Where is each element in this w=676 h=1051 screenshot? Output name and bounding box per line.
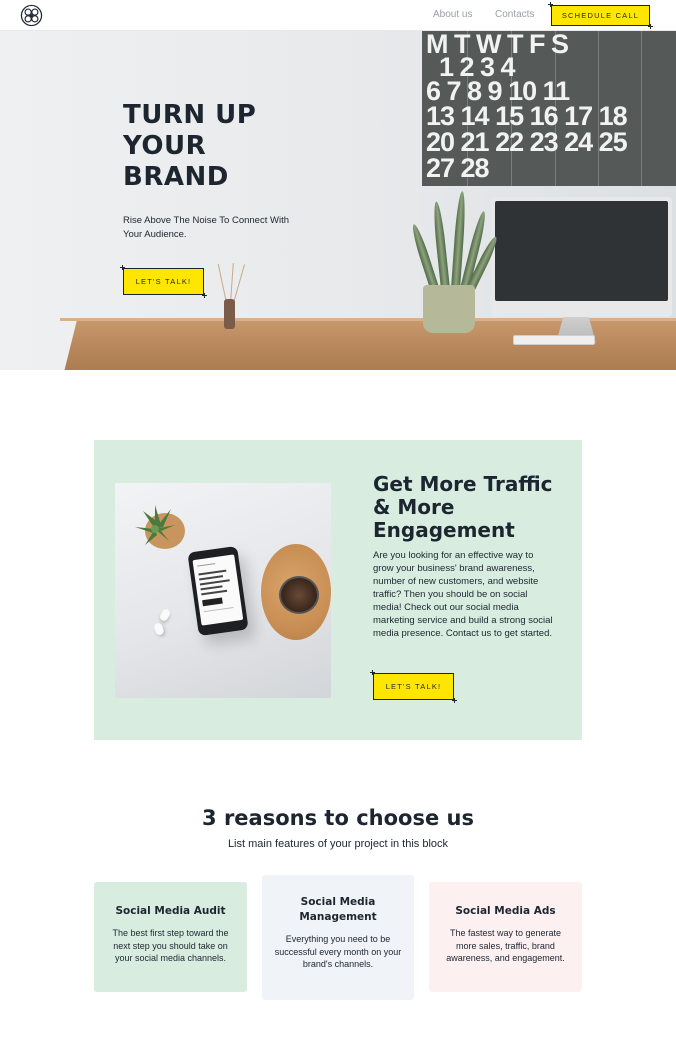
feature-lets-talk-button[interactable]: LET'S TALK!	[370, 670, 457, 703]
imac-image	[491, 197, 672, 317]
card-description: The best first step toward the next step…	[112, 928, 229, 963]
calendar-row: 13 14 15 16 17 18	[426, 101, 628, 131]
keyboard-image	[513, 335, 595, 345]
hero-title-line: BRAND	[123, 162, 229, 192]
phone-desk-image	[115, 483, 331, 698]
card-description: The fastest way to generate more sales, …	[446, 928, 565, 963]
button-corner-mark	[200, 293, 205, 298]
calendar-row: 27 28	[426, 153, 490, 183]
plant-pot-image	[423, 285, 475, 333]
reasons-title: 3 reasons to choose us	[202, 806, 474, 830]
hero-cta-label: LET'S TALK!	[135, 277, 192, 286]
succulent-image	[135, 505, 185, 549]
hero-section: M T W T F S 1 2 3 4 6 7 8 9 10 11 13 14 …	[0, 31, 676, 370]
button-corner-mark	[122, 265, 127, 270]
button-corner-mark	[372, 670, 377, 675]
smartphone-image	[187, 545, 249, 637]
coffee-cup-image	[279, 576, 319, 614]
imac-screen	[495, 201, 668, 301]
earbud-image	[153, 621, 165, 637]
reason-card-ads: Social Media Ads The fastest way to gene…	[429, 882, 582, 992]
hero-subtitle: Rise Above The Noise To Connect With You…	[123, 215, 289, 240]
flower-logo-icon[interactable]	[20, 4, 43, 27]
feature-title: Get More Traffic & More Engagement	[373, 472, 553, 542]
feature-description: Are you looking for an effective way to …	[373, 550, 553, 639]
diffuser-image	[224, 299, 235, 329]
reason-card-management: Social Media Management Everything you n…	[262, 875, 414, 1000]
feature-section: Get More Traffic & More Engagement Are y…	[94, 440, 582, 740]
schedule-call-label: SCHEDULE CALL	[561, 11, 640, 20]
top-nav: About us Contacts SCHEDULE CALL	[0, 0, 676, 31]
feature-cta-label: LET'S TALK!	[385, 682, 442, 691]
hero-title-line: YOUR	[123, 131, 207, 161]
card-title: Social Media Management	[299, 896, 377, 923]
button-corner-mark	[450, 698, 455, 703]
hero-title: TURN UP YOUR BRAND	[123, 100, 256, 193]
button-corner-mark	[550, 2, 555, 7]
hero-title-line: TURN UP	[123, 100, 257, 130]
calendar-row: 20 21 22 23 24 25	[426, 127, 628, 157]
reason-card-audit: Social Media Audit The best first step t…	[94, 882, 247, 992]
nav-link-about[interactable]: About us	[433, 9, 472, 20]
card-title: Social Media Ads	[455, 905, 556, 917]
earbud-image	[158, 607, 172, 623]
card-description: Everything you need to be successful eve…	[274, 934, 402, 969]
reasons-subtitle: List main features of your project in th…	[227, 838, 449, 850]
button-corner-mark	[646, 24, 651, 29]
card-title: Social Media Audit	[115, 905, 226, 917]
wall-calendar-image: M T W T F S 1 2 3 4 6 7 8 9 10 11 13 14 …	[422, 31, 676, 186]
schedule-call-button[interactable]: SCHEDULE CALL	[548, 2, 653, 29]
hero-lets-talk-button[interactable]: LET'S TALK!	[120, 265, 207, 298]
nav-link-contacts[interactable]: Contacts	[495, 9, 534, 20]
